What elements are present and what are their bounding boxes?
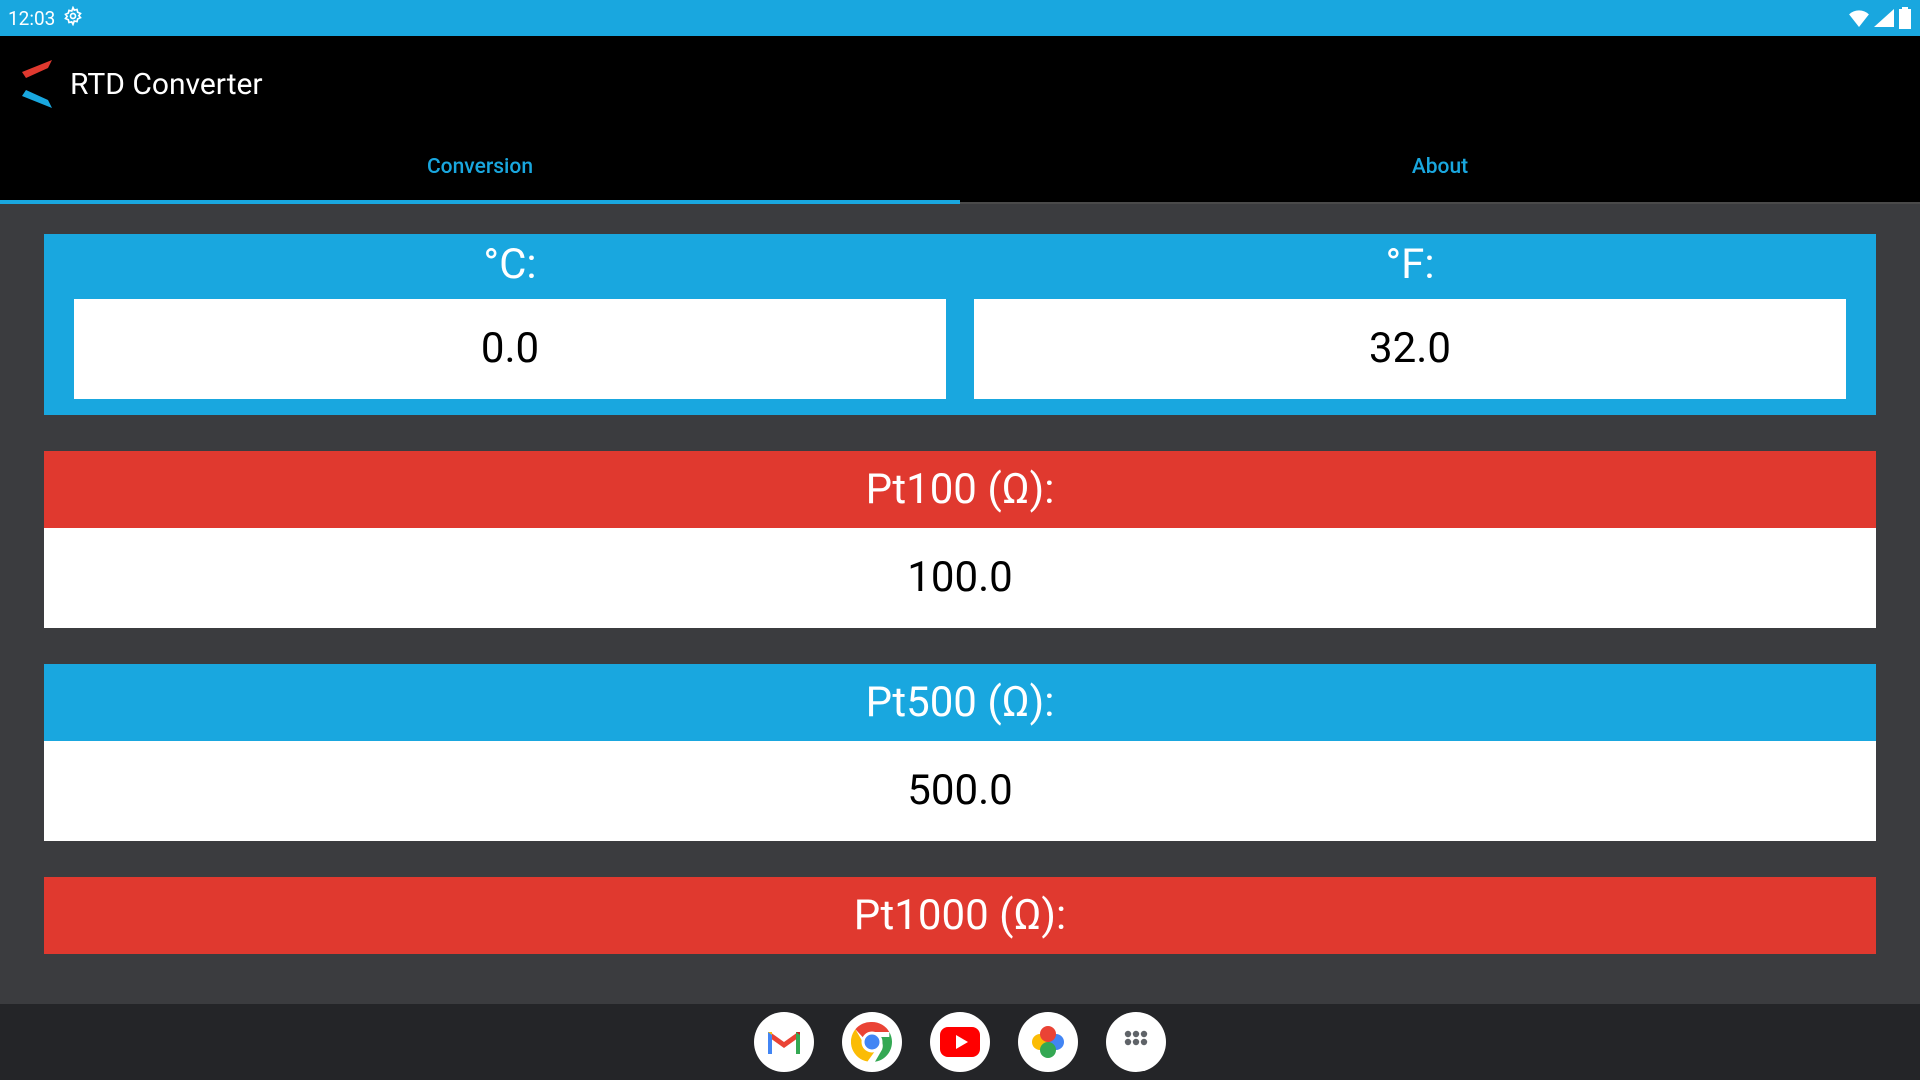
status-time: 12:03 — [8, 7, 55, 30]
status-bar: 12:03 — [0, 0, 1920, 36]
photos-icon[interactable] — [1018, 1012, 1078, 1072]
app-bar: RTD Converter — [0, 36, 1920, 132]
pt100-label: Pt100 (Ω): — [44, 451, 1876, 528]
apps-drawer-icon[interactable] — [1106, 1012, 1166, 1072]
pt1000-card: Pt1000 (Ω): — [44, 877, 1876, 954]
chrome-icon[interactable] — [842, 1012, 902, 1072]
pt1000-label: Pt1000 (Ω): — [44, 877, 1876, 954]
app-logo-icon — [18, 58, 58, 110]
pt100-card: Pt100 (Ω): — [44, 451, 1876, 628]
pt500-card: Pt500 (Ω): — [44, 664, 1876, 841]
tab-about[interactable]: About — [960, 132, 1920, 202]
celsius-input[interactable] — [74, 299, 946, 399]
temperature-card: °C: °F: — [44, 234, 1876, 415]
cell-signal-icon — [1874, 9, 1894, 27]
app-title: RTD Converter — [70, 67, 263, 102]
nav-dock — [0, 1004, 1920, 1080]
celsius-column: °C: — [74, 234, 946, 399]
tab-bar: Conversion About — [0, 132, 1920, 204]
settings-gear-icon — [63, 6, 83, 31]
fahrenheit-input[interactable] — [974, 299, 1846, 399]
pt500-label: Pt500 (Ω): — [44, 664, 1876, 741]
fahrenheit-label: °F: — [974, 234, 1846, 299]
celsius-label: °C: — [74, 234, 946, 299]
tab-about-label: About — [1412, 155, 1468, 179]
battery-icon — [1898, 7, 1912, 29]
youtube-icon[interactable] — [930, 1012, 990, 1072]
pt500-input[interactable] — [44, 741, 1876, 841]
tab-conversion-label: Conversion — [427, 155, 533, 179]
pt100-input[interactable] — [44, 528, 1876, 628]
tab-conversion[interactable]: Conversion — [0, 132, 960, 202]
gmail-icon[interactable] — [754, 1012, 814, 1072]
wifi-icon — [1848, 9, 1870, 27]
fahrenheit-column: °F: — [974, 234, 1846, 399]
content-area: °C: °F: Pt100 (Ω): Pt500 (Ω): Pt1000 (Ω)… — [0, 204, 1920, 1004]
